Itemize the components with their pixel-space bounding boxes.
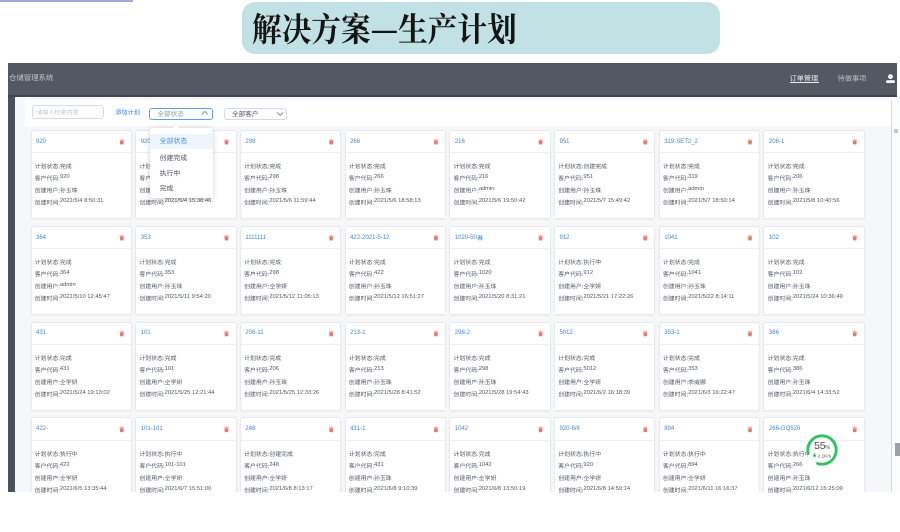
svg-text:2.1K/s: 2.1K/s (818, 454, 832, 459)
